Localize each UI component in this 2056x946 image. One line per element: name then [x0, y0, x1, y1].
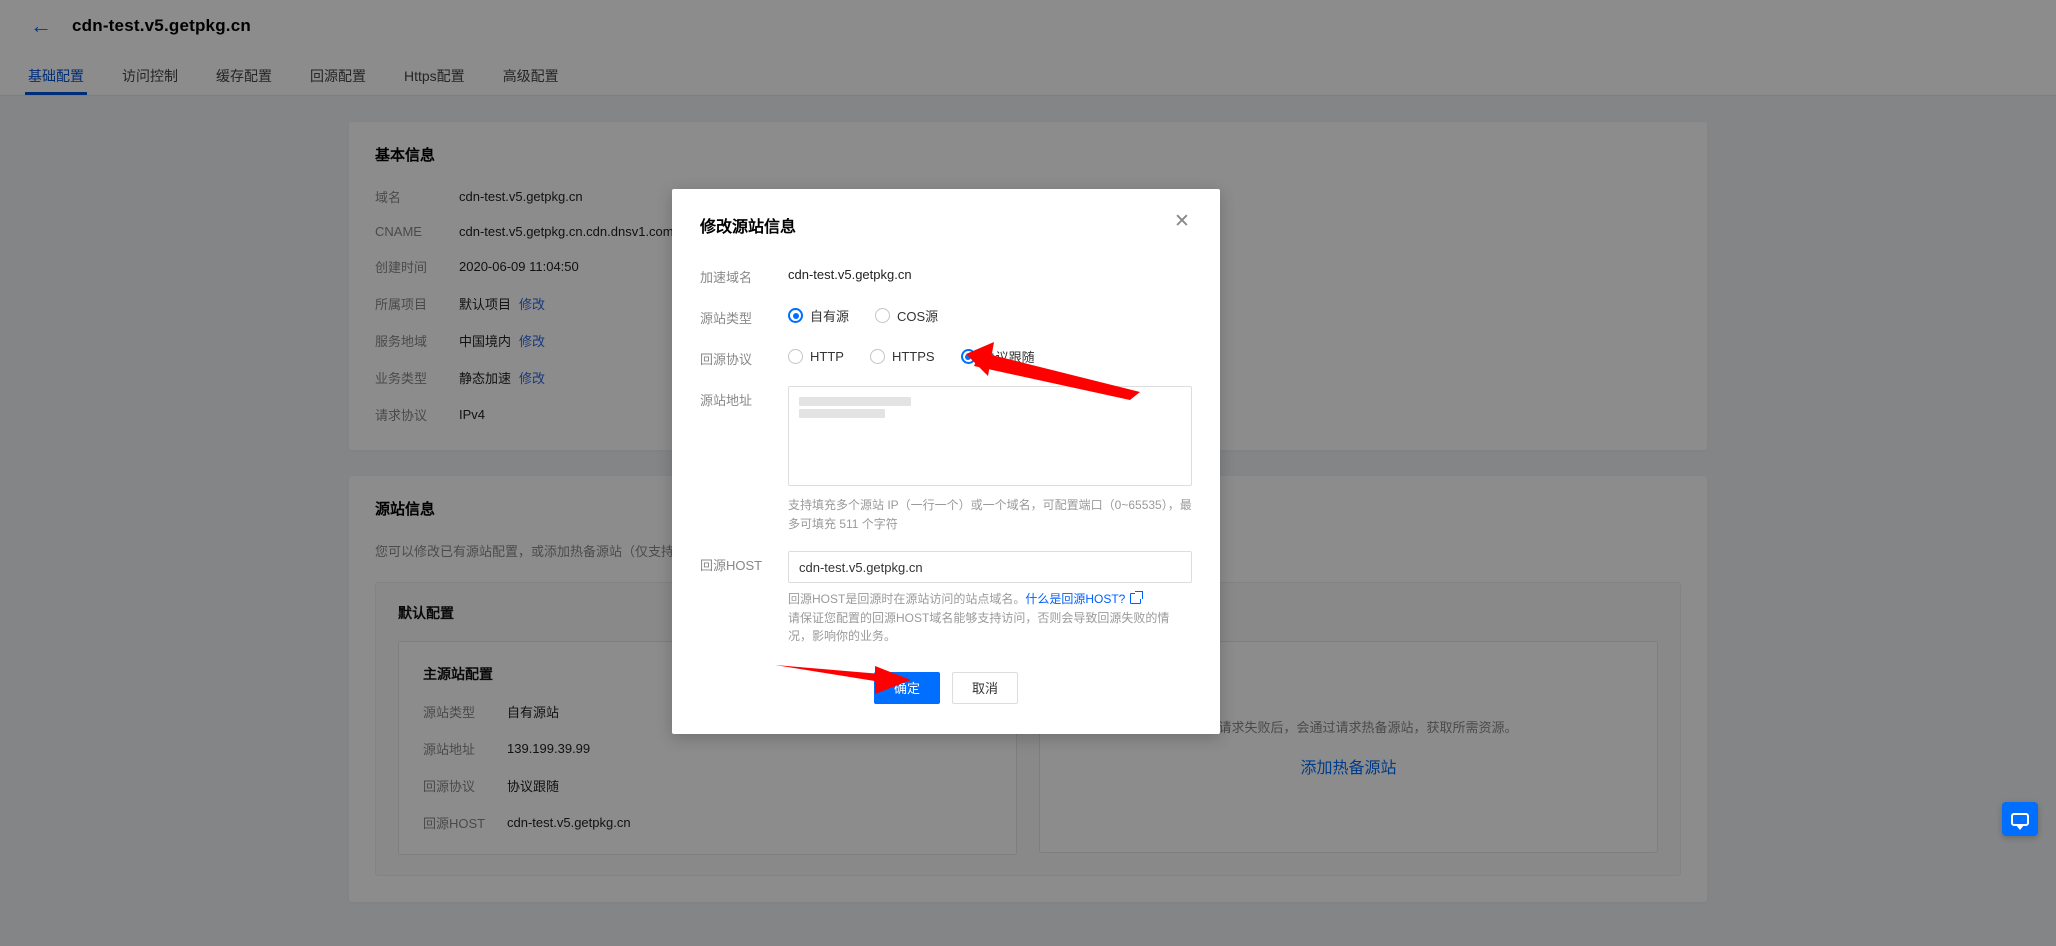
modal-header: 修改源站信息 ✕ — [672, 189, 1220, 237]
cancel-button[interactable]: 取消 — [952, 671, 1018, 704]
field-label: 回源HOST — [700, 558, 763, 574]
origin-host-hint-prefix: 回源HOST是回源时在源站访问的站点域名。 — [788, 592, 1026, 607]
radio-dot-icon — [869, 349, 885, 364]
field-origin-host: 回源HOST 回源HOST是回源时在源站访问的站点域名。什么是回源HOST? 请… — [700, 551, 1192, 646]
field-label: 源站类型 — [700, 311, 753, 326]
radio-origin-type-cos[interactable]: COS源 — [875, 306, 938, 325]
radio-dot-icon — [788, 308, 803, 323]
radio-label: HTTP — [810, 349, 844, 364]
radio-dot-icon — [788, 349, 803, 364]
field-origin-type: 源站类型 自有源 COS源 — [700, 304, 1192, 327]
chat-bubble-icon[interactable] — [2002, 802, 2038, 836]
radio-label: COS源 — [897, 309, 939, 324]
field-accelerated-domain: 加速域名 cdn-test.v5.getpkg.cn — [700, 263, 1192, 286]
external-link-icon[interactable] — [1130, 591, 1144, 605]
radio-label: 自有源 — [810, 309, 850, 324]
close-icon[interactable]: ✕ — [1172, 212, 1192, 233]
origin-host-input[interactable] — [788, 551, 1192, 584]
confirm-button[interactable]: 确定 — [874, 671, 940, 704]
radio-origin-type-self[interactable]: 自有源 — [788, 306, 849, 325]
radio-protocol-https[interactable]: HTTPS — [869, 349, 935, 364]
chat-bubble-shape — [2011, 812, 2029, 830]
radio-label: HTTPS — [891, 349, 935, 364]
accelerated-domain-value: cdn-test.v5.getpkg.cn — [788, 267, 912, 282]
radio-protocol-follow[interactable]: 协议跟随 — [960, 347, 1035, 366]
origin-address-hint: 支持填充多个源站 IP（一行一个）或一个域名，可配置端口（0~65535），最多… — [788, 498, 1192, 531]
modal-title: 修改源站信息 — [700, 219, 797, 236]
field-label: 加速域名 — [700, 270, 753, 285]
field-label: 回源协议 — [700, 352, 753, 367]
modal-footer: 确定 取消 — [672, 664, 1220, 734]
field-origin-protocol: 回源协议 HTTP HTTPS 协议跟随 — [700, 345, 1192, 368]
origin-address-textarea[interactable] — [788, 386, 1192, 486]
origin-host-hint: 回源HOST是回源时在源站访问的站点域名。什么是回源HOST? 请保证您配置的回… — [788, 590, 1192, 646]
origin-host-hint-second: 请保证您配置的回源HOST域名能够支持访问，否则会导致回源失败的情况，影响你的业… — [788, 610, 1170, 644]
edit-origin-modal: 修改源站信息 ✕ 加速域名 cdn-test.v5.getpkg.cn 源站类型… — [672, 189, 1220, 734]
radio-protocol-http[interactable]: HTTP — [788, 349, 844, 364]
radio-label: 协议跟随 — [982, 350, 1035, 365]
modal-body: 加速域名 cdn-test.v5.getpkg.cn 源站类型 自有源 COS源 — [672, 237, 1220, 646]
field-origin-address: 源站地址 支持填充多个源站 IP（一行一个）或一个域名，可配置端口（0~6553… — [700, 386, 1192, 533]
what-is-origin-host-link[interactable]: 什么是回源HOST? — [1025, 592, 1125, 606]
radio-dot-icon — [960, 349, 976, 364]
radio-dot-icon — [875, 308, 891, 323]
field-label: 源站地址 — [700, 393, 753, 408]
